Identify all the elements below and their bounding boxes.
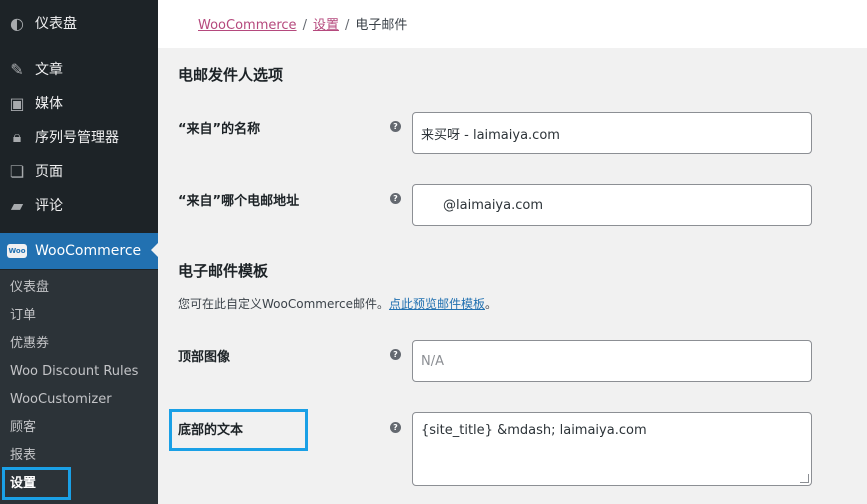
pin-icon: ✎	[10, 59, 24, 79]
breadcrumb-separator: /	[344, 18, 350, 33]
menu-label: 评论	[35, 198, 63, 214]
menu-license-manager[interactable]: 🔒︎ 序列号管理器	[0, 120, 158, 154]
description-end: 。	[485, 297, 498, 311]
woo-icon-wrap: Woo	[7, 241, 27, 261]
submenu-orders[interactable]: 订单	[10, 302, 36, 330]
sender-options-heading: 电邮发件人选项	[178, 66, 284, 84]
submenu-woocustomizer[interactable]: WooCustomizer	[10, 386, 112, 414]
comment-icon: ▰	[10, 195, 24, 215]
footer-label-highlight-box	[169, 409, 308, 451]
from-address-input[interactable]: @laimaiya.com	[412, 184, 812, 226]
menu-posts[interactable]: ✎ 文章	[0, 52, 158, 86]
menu-media[interactable]: ▣ 媒体	[0, 86, 158, 120]
breadcrumb-current: 电子邮件	[355, 18, 408, 33]
lock-icon: 🔒︎	[12, 127, 22, 146]
resize-grip-icon[interactable]	[800, 474, 809, 483]
menu-label: 文章	[35, 62, 63, 78]
submenu-reports[interactable]: 报表	[10, 442, 36, 470]
footer-text-textarea[interactable]: {site_title} &mdash; laimaiya.com	[412, 412, 812, 486]
breadcrumb-settings-link[interactable]: 设置	[313, 18, 339, 33]
menu-label: 序列号管理器	[35, 130, 119, 146]
settings-form: 电邮发件人选项 “来自”的名称 ? 来买呀 - laimaiya.com “来自…	[158, 48, 867, 504]
submenu-coupons[interactable]: 优惠券	[10, 330, 49, 358]
from-name-input[interactable]: 来买呀 - laimaiya.com	[412, 112, 812, 154]
from-name-label: “来自”的名称	[178, 122, 261, 137]
submenu-customers[interactable]: 顾客	[10, 414, 36, 442]
settings-highlight-box	[2, 467, 71, 500]
email-template-heading: 电子邮件模板	[178, 262, 269, 280]
submenu-discount-rules[interactable]: Woo Discount Rules	[10, 358, 138, 386]
menu-label: WooCommerce	[35, 243, 142, 259]
breadcrumb-woocommerce-link[interactable]: WooCommerce	[198, 18, 297, 33]
page-icon: ❏	[9, 161, 25, 181]
submenu-dashboard[interactable]: 仪表盘	[10, 274, 49, 302]
help-icon[interactable]: ?	[390, 349, 401, 360]
menu-comments[interactable]: ▰ 评论	[0, 188, 158, 222]
breadcrumb: WooCommerce / 设置 / 电子邮件	[198, 14, 407, 33]
template-description: 您可在此自定义WooCommerce邮件。点此预览邮件模板。	[178, 295, 497, 312]
menu-woocommerce[interactable]: Woo WooCommerce	[0, 233, 159, 269]
description-text: 您可在此自定义WooCommerce邮件。	[178, 297, 389, 311]
menu-pages[interactable]: ❏ 页面	[0, 154, 158, 188]
header-image-label: 顶部图像	[178, 350, 231, 365]
menu-dashboard[interactable]: ◐ 仪表盘	[0, 6, 158, 40]
help-icon[interactable]: ?	[390, 422, 401, 433]
preview-template-link[interactable]: 点此预览邮件模板	[389, 297, 485, 311]
from-address-label: “来自”哪个电邮地址	[178, 194, 300, 209]
help-icon[interactable]: ?	[390, 193, 401, 204]
menu-label: 媒体	[35, 96, 63, 112]
woo-icon: Woo	[7, 244, 27, 258]
header-image-input[interactable]: N/A	[412, 340, 812, 382]
dashboard-icon: ◐	[10, 13, 24, 33]
breadcrumb-separator: /	[302, 18, 307, 33]
menu-label: 页面	[35, 164, 63, 180]
media-icon: ▣	[9, 93, 25, 113]
menu-label: 仪表盘	[35, 16, 77, 32]
page-header: WooCommerce / 设置 / 电子邮件	[158, 0, 867, 48]
footer-text-value: {site_title} &mdash; laimaiya.com	[421, 423, 647, 438]
admin-sidebar: ◐ 仪表盘 ✎ 文章 ▣ 媒体 🔒︎ 序列号管理器 ❏ 页面 ▰ 评论 Woo …	[0, 0, 159, 504]
help-icon[interactable]: ?	[390, 121, 401, 132]
